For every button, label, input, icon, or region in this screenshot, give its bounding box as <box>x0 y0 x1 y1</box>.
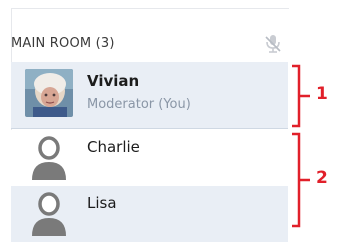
callout-bracket-1 <box>292 64 310 128</box>
callout-label-1: 1 <box>316 84 328 104</box>
participant-role: Moderator (You) <box>87 97 191 112</box>
row-divider <box>11 128 288 129</box>
participant-name: Charlie <box>87 138 140 156</box>
microphone-icon[interactable] <box>262 33 284 55</box>
avatar <box>25 69 73 117</box>
participant-row-charlie[interactable]: Charlie <box>11 130 288 186</box>
room-title: MAIN ROOM (3) <box>11 36 115 51</box>
participant-row-vivian[interactable]: Vivian Moderator (You) <box>11 62 288 128</box>
callout-bracket-2 <box>292 132 310 228</box>
screenshot-stage: MAIN ROOM (3) Vivian Moderator (You) Cha… <box>0 0 342 242</box>
person-icon <box>32 192 66 236</box>
room-header: MAIN ROOM (3) <box>11 33 281 55</box>
person-icon <box>32 136 66 180</box>
callout-label-2: 2 <box>316 168 328 188</box>
participant-row-lisa[interactable]: Lisa <box>11 186 288 242</box>
participant-name: Lisa <box>87 194 117 212</box>
participant-name: Vivian <box>87 72 140 90</box>
